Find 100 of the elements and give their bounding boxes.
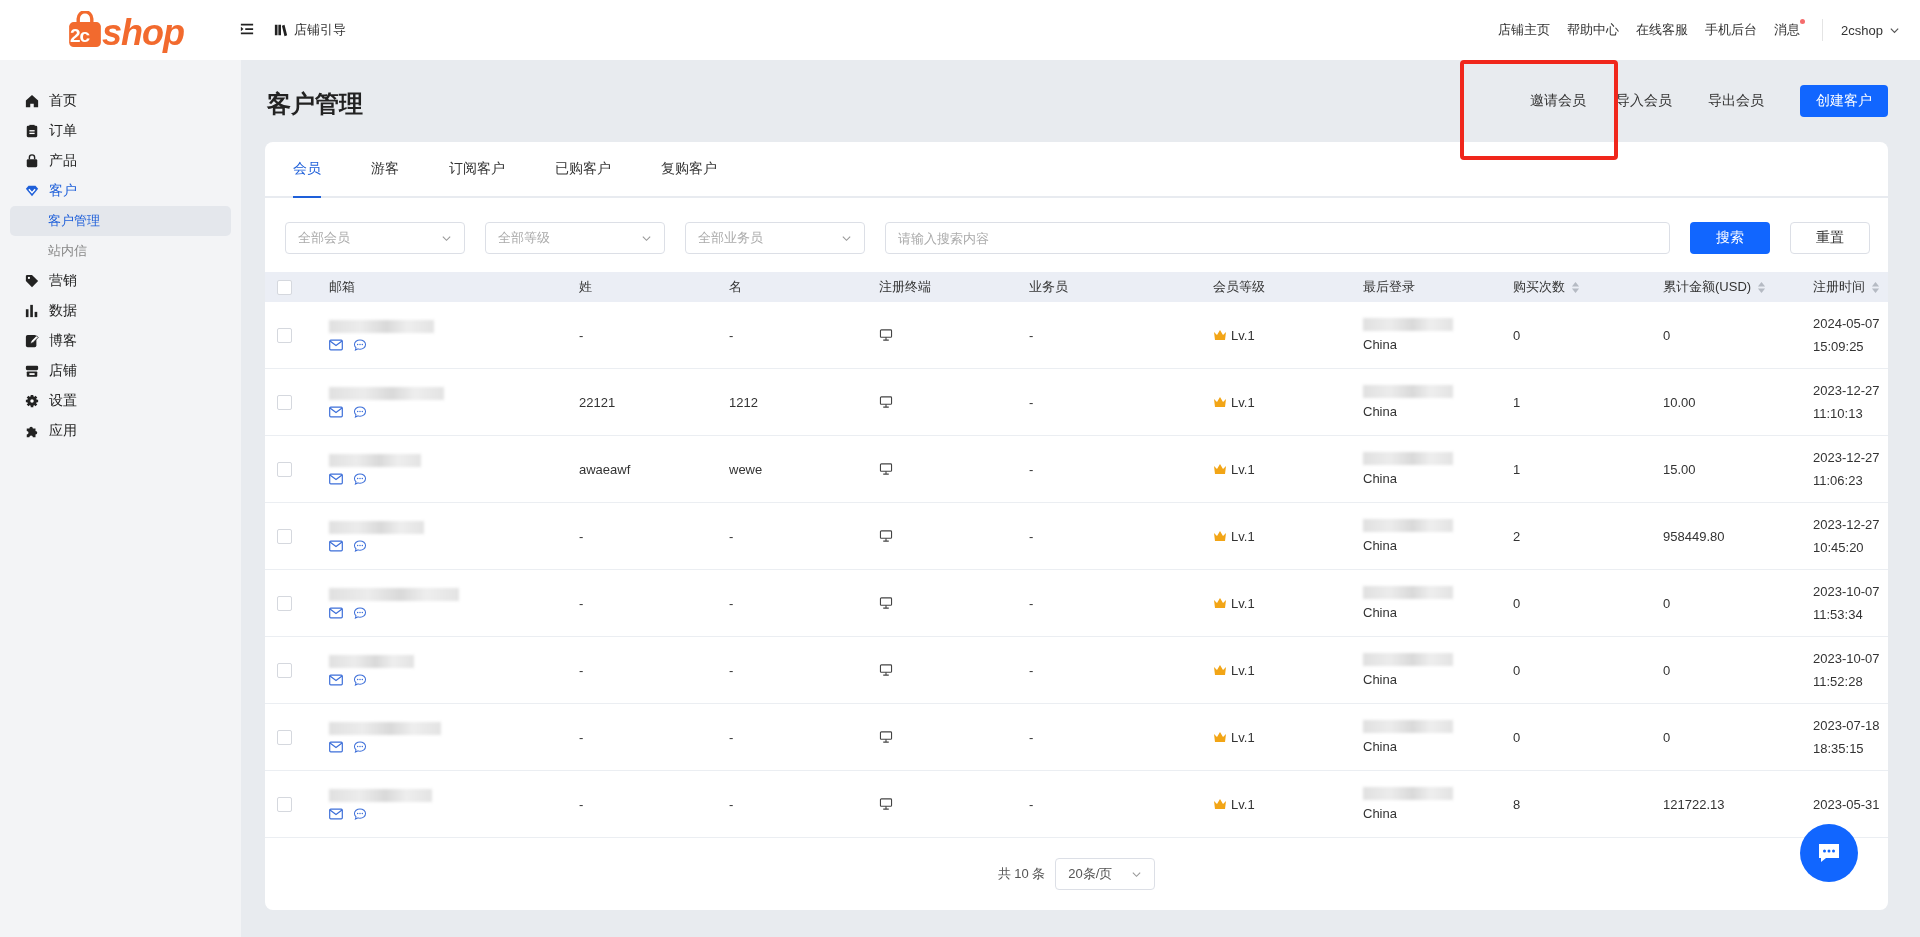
nav-item[interactable]: 数据: [10, 296, 231, 326]
last-name-text: 22121: [579, 394, 616, 410]
checkbox[interactable]: [277, 796, 292, 812]
crown-icon: [1213, 396, 1227, 408]
create-customer-button[interactable]: 创建客户: [1800, 85, 1888, 117]
crown-icon: [1213, 597, 1227, 609]
level-text: Lv.1: [1231, 394, 1255, 410]
chat-bubble-icon: [353, 338, 367, 351]
chat-bubble-icon: [353, 807, 367, 820]
column-header[interactable]: 注册时间: [1813, 278, 1865, 296]
page-size-select[interactable]: 20条/页: [1055, 858, 1156, 890]
chat-bubble-icon: [353, 405, 367, 418]
salesperson-text: -: [1029, 394, 1034, 410]
tab[interactable]: 游客: [371, 142, 399, 198]
country-text: China: [1363, 605, 1397, 620]
salesperson-text: -: [1029, 461, 1034, 477]
reset-button[interactable]: 重置: [1790, 222, 1870, 254]
action-link[interactable]: 导入会员: [1616, 92, 1672, 110]
column-header: 会员等级: [1213, 278, 1265, 296]
bag-icon: [68, 11, 102, 49]
last-name-text: -: [579, 595, 584, 611]
monitor-icon: [879, 798, 893, 810]
nav-item[interactable]: 首页: [10, 86, 231, 116]
nav-item[interactable]: 营销: [10, 266, 231, 296]
checkbox[interactable]: [277, 729, 292, 745]
nav-subitem[interactable]: 客户管理: [10, 206, 231, 236]
level-text: Lv.1: [1231, 327, 1255, 343]
action-link[interactable]: 导出会员: [1708, 92, 1764, 110]
purchase-count-text: 0: [1513, 327, 1521, 343]
search-button[interactable]: 搜索: [1690, 222, 1770, 254]
nav-item[interactable]: 应用: [10, 416, 231, 446]
puzzle-icon: [25, 424, 39, 438]
header-link[interactable]: 消息: [1774, 21, 1801, 39]
header-link[interactable]: 手机后台: [1705, 21, 1758, 39]
checkbox[interactable]: [277, 327, 292, 343]
mail-icon: [329, 539, 343, 552]
first-name-text: -: [729, 729, 734, 745]
nav-item[interactable]: 店铺: [10, 356, 231, 386]
checkbox[interactable]: [277, 461, 292, 477]
nav-item[interactable]: 客户: [10, 176, 231, 206]
page-title: 客户管理: [267, 89, 363, 119]
total-count-text: 共 10 条: [997, 865, 1046, 883]
last-name-text: -: [579, 327, 584, 343]
nav-item[interactable]: 设置: [10, 386, 231, 416]
first-name-text: 1212: [729, 394, 758, 410]
header-link[interactable]: 店铺主页: [1498, 21, 1551, 39]
mail-icon: [329, 405, 343, 418]
purchase-count-text: 0: [1513, 729, 1521, 745]
guide-link[interactable]: 店铺引导: [274, 21, 346, 39]
monitor-icon: [879, 731, 893, 743]
first-name-text: wewe: [729, 461, 763, 477]
date-time-text: 2023-12-27: [1813, 517, 1880, 532]
nav-item[interactable]: 订单: [10, 116, 231, 146]
checkbox[interactable]: [277, 662, 292, 678]
tab[interactable]: 已购客户: [555, 142, 611, 198]
amount-text: 10.00: [1663, 394, 1696, 410]
store-icon: [25, 364, 39, 378]
purchase-count-text: 2: [1513, 528, 1521, 544]
tab[interactable]: 订阅客户: [449, 142, 505, 198]
level-text: Lv.1: [1231, 729, 1255, 745]
column-header: 名: [729, 278, 742, 296]
checkbox[interactable]: [277, 595, 292, 611]
chat-bubble-icon: [353, 606, 367, 619]
mail-icon: [329, 472, 343, 485]
salesperson-text: -: [1029, 528, 1034, 544]
action-link[interactable]: 邀请会员: [1530, 92, 1586, 110]
country-text: China: [1363, 739, 1397, 754]
monitor-icon: [879, 463, 893, 475]
mail-icon: [329, 606, 343, 619]
mail-icon: [329, 673, 343, 686]
header-link[interactable]: 帮助中心: [1567, 21, 1620, 39]
chat-bubble-icon: [353, 673, 367, 686]
monitor-icon: [879, 329, 893, 341]
nav-item[interactable]: 产品: [10, 146, 231, 176]
date-time-text: 2024-05-07: [1813, 316, 1880, 331]
monitor-icon: [879, 597, 893, 609]
column-header[interactable]: 购买次数: [1513, 278, 1565, 296]
salesperson-text: -: [1029, 595, 1034, 611]
amount-text: 0: [1663, 729, 1671, 745]
user-menu[interactable]: 2cshop: [1841, 22, 1900, 38]
column-header[interactable]: 累计金额(USD): [1663, 278, 1752, 296]
tab[interactable]: 会员: [293, 142, 321, 198]
last-name-text: -: [579, 729, 584, 745]
checkbox[interactable]: [277, 528, 292, 544]
nav-item[interactable]: 博客: [10, 326, 231, 356]
home-icon: [25, 94, 39, 108]
logo-mark: 2c: [70, 25, 90, 47]
purchase-count-text: 1: [1513, 394, 1521, 410]
tab[interactable]: 复购客户: [661, 142, 717, 198]
first-name-text: -: [729, 662, 734, 678]
checkbox[interactable]: [277, 394, 292, 410]
search-field[interactable]: 请输入搜索内容: [885, 222, 1670, 254]
header-link[interactable]: 在线客服: [1636, 21, 1689, 39]
salesperson-text: -: [1029, 662, 1034, 678]
column-header: 最后登录: [1363, 278, 1415, 296]
date-time-text: 11:10:13: [1813, 406, 1863, 421]
salesperson-text: -: [1029, 796, 1034, 812]
level-text: Lv.1: [1231, 595, 1255, 611]
checkbox[interactable]: [277, 279, 292, 295]
mail-icon: [329, 740, 343, 753]
